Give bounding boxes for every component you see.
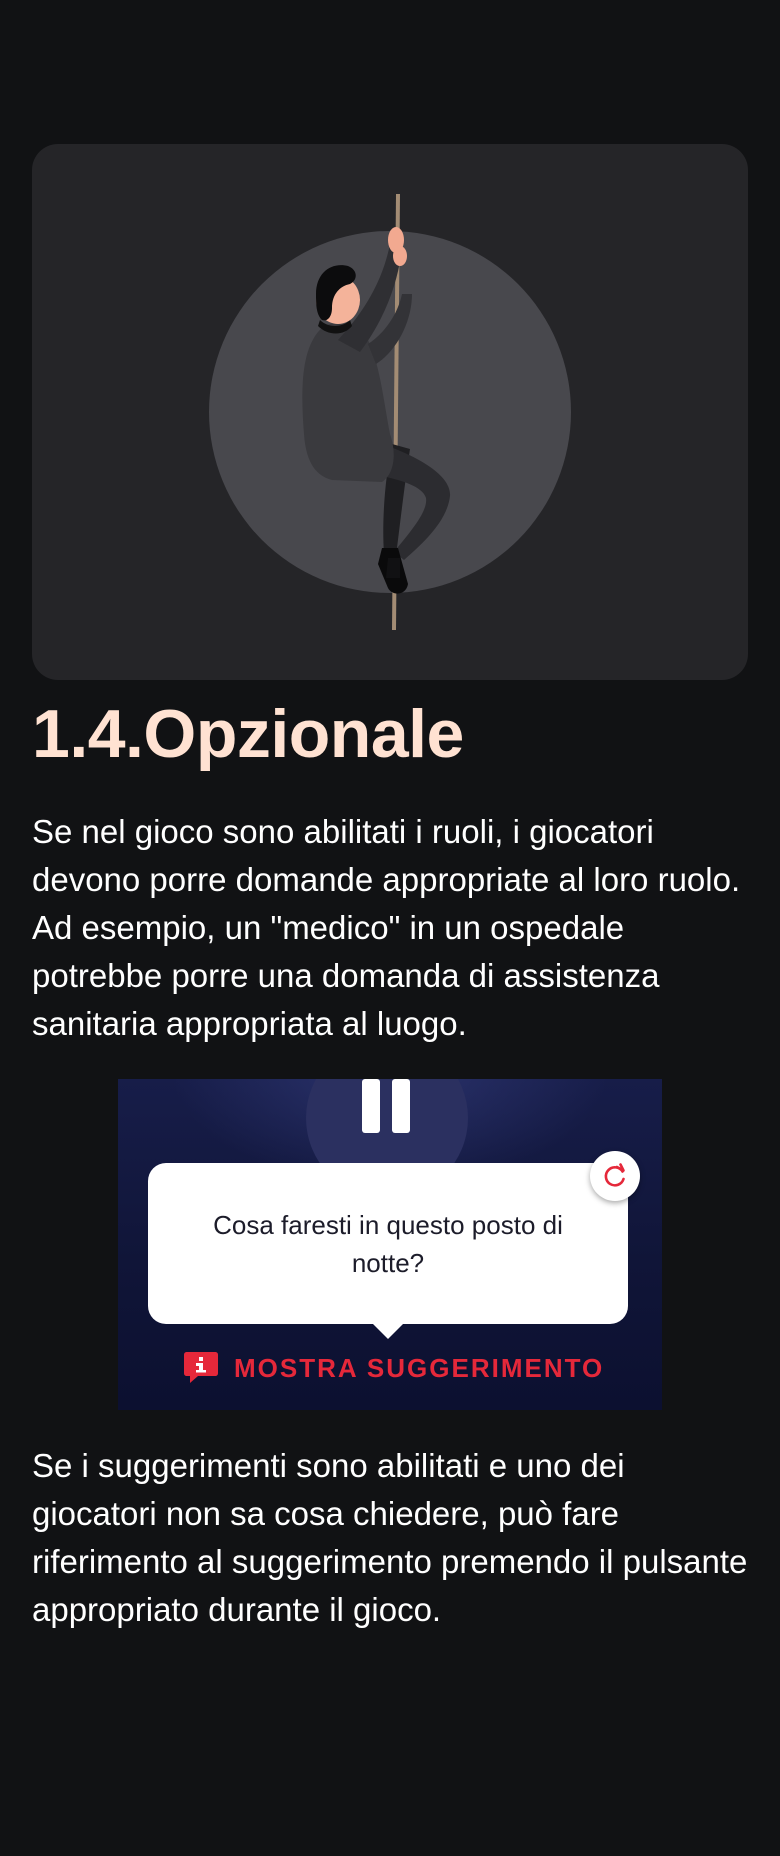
refresh-question-button[interactable] — [590, 1151, 640, 1201]
section-title: 1.4.Opzionale — [32, 696, 464, 772]
roles-paragraph: Se nel gioco sono abilitati i ruoli, i g… — [32, 813, 741, 1042]
question-bubble: Cosa faresti in questo posto di notte? — [148, 1163, 628, 1324]
info-bubble-icon — [184, 1352, 218, 1383]
rope-climber-illustration — [209, 193, 571, 631]
refresh-icon — [604, 1163, 625, 1187]
show-hint-label: MOSTRA SUGGERIMENTO — [234, 1352, 605, 1383]
game-screenshot: Cosa faresti in questo posto di notte? M… — [118, 1079, 662, 1410]
bubble-tail — [370, 1321, 406, 1339]
show-hint-button[interactable]: MOSTRA SUGGERIMENTO — [182, 1350, 604, 1386]
question-text: Cosa faresti in questo posto di notte? — [213, 1209, 563, 1278]
tutorial-page: 1.4.Opzionale Se nel gioco sono abilitat… — [0, 0, 780, 1856]
hints-paragraph: Se i suggerimenti sono abilitati e uno d… — [32, 1447, 748, 1628]
illustration-card — [32, 144, 748, 680]
